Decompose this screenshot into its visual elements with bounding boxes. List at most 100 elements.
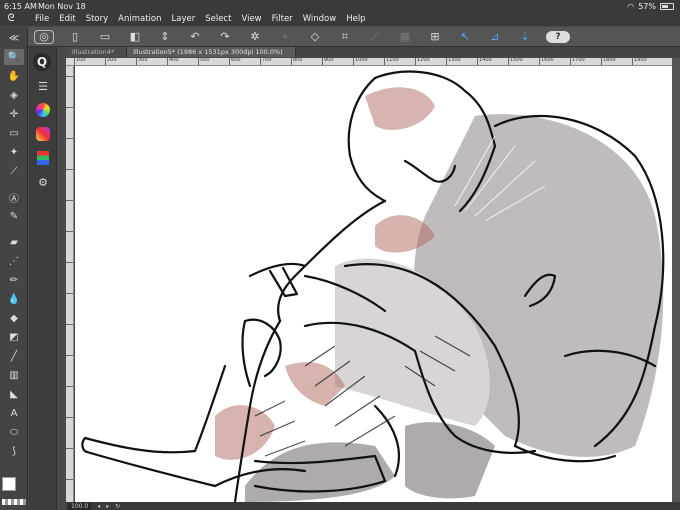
menu-edit[interactable]: Edit <box>54 14 80 24</box>
zoom-in-icon[interactable]: ▸ <box>106 503 109 510</box>
ruler-tick: 600 <box>229 58 241 65</box>
clip-studio-icon[interactable]: ◎ <box>34 29 54 44</box>
vertical-scrollbar[interactable] <box>672 58 680 502</box>
ruler-tick: 1600 <box>539 58 554 65</box>
ruler-tick <box>66 355 73 356</box>
drawing-canvas[interactable] <box>75 66 672 502</box>
grid-snap-icon[interactable]: ▦ <box>396 29 414 45</box>
open-folder-icon[interactable]: ▭ <box>96 29 114 45</box>
transparent-color-swatch[interactable] <box>2 499 26 505</box>
new-file-icon[interactable]: ▯ <box>66 29 84 45</box>
ruler-snap-icon[interactable]: ⟋ <box>366 29 384 45</box>
ruler-tick: 100 <box>74 58 86 65</box>
color-set-icon[interactable] <box>33 149 53 167</box>
save-icon[interactable]: ◧ <box>126 29 144 45</box>
ruler-tool-icon[interactable]: ◣ <box>4 386 24 402</box>
ruler-tick <box>66 200 73 201</box>
pen-tool-icon[interactable]: Ⓐ <box>4 189 24 205</box>
ruler-tick <box>66 417 73 418</box>
menu-select[interactable]: Select <box>200 14 236 24</box>
ruler-top: 100 200 300 400 500 600 700 800 900 1000 1100 1200 1… <box>66 58 672 66</box>
app-logo-icon[interactable]: ᘓ <box>4 13 18 25</box>
undo-icon[interactable]: ↶ <box>186 29 204 45</box>
eraser-tool-icon[interactable]: ▰ <box>4 234 24 250</box>
fill-tool-icon[interactable]: ◆ <box>4 310 24 326</box>
ruler-tick: 500 <box>198 58 210 65</box>
frame-tool-icon[interactable]: ▥ <box>4 367 24 383</box>
selection-area-icon[interactable]: ⊞ <box>426 29 444 45</box>
status-time: 6:15 AM <box>4 2 37 11</box>
gradient-tool-icon[interactable]: ◩ <box>4 329 24 345</box>
menu-layer[interactable]: Layer <box>167 14 201 24</box>
eyedropper-icon[interactable]: ⟋ <box>4 163 24 179</box>
status-date: Mon Nov 18 <box>38 2 86 11</box>
menu-story[interactable]: Story <box>81 14 113 24</box>
snap-ruler-icon[interactable]: ↖ <box>456 29 474 45</box>
redo-icon[interactable]: ↷ <box>216 29 234 45</box>
tool-panel: ≪ 🔍 ✋ ◈ ✛ ▭ ✦ ⟋ Ⓐ ✎ ▰ ⋰ ✏ 💧 ◆ ◩ ╱ ▥ ◣ A … <box>0 27 28 510</box>
material-icon[interactable]: ⚙ <box>33 173 53 191</box>
ruler-tick <box>66 107 73 108</box>
zoom-tool-icon[interactable]: 🔍 <box>4 49 24 65</box>
pencil-tool-icon[interactable]: ✏ <box>4 272 24 288</box>
move-layer-icon[interactable]: ✛ <box>4 106 24 122</box>
hand-tool-icon[interactable]: ✋ <box>4 68 24 84</box>
collapse-icon[interactable]: ≪ <box>4 30 24 46</box>
ruler-tick: 1700 <box>570 58 585 65</box>
snap-special-ruler-icon[interactable]: ⊿ <box>486 29 504 45</box>
menu-bar: 6:15 AM Mon Nov 18 ◠ 57% ᘓ File Edit Sto… <box>0 0 680 26</box>
ruler-tick: 800 <box>291 58 303 65</box>
selection-tool-icon[interactable]: ▭ <box>4 125 24 141</box>
ruler-tick: 1100 <box>384 58 399 65</box>
correct-line-icon[interactable]: ⟆ <box>4 443 24 459</box>
rotate-icon[interactable]: ↻ <box>115 503 120 510</box>
blend-tool-icon[interactable]: 💧 <box>4 291 24 307</box>
ruler-tick <box>66 138 73 139</box>
menu-filter[interactable]: Filter <box>267 14 298 24</box>
wifi-icon: ◠ <box>627 2 635 11</box>
ruler-tick <box>66 262 73 263</box>
ruler-tick <box>66 231 73 232</box>
sparkle-icon[interactable]: ✲ <box>246 29 264 45</box>
tab-illustration4[interactable]: Illustration4* <box>66 47 128 57</box>
figure-tool-icon[interactable]: ╱ <box>4 348 24 364</box>
brush-tool-icon[interactable]: ✎ <box>4 208 24 224</box>
ruler-tick <box>66 386 73 387</box>
color-selector[interactable] <box>2 477 26 505</box>
crop-icon[interactable]: ⌗ <box>336 29 354 45</box>
balloon-tool-icon[interactable]: ⬭ <box>4 424 24 440</box>
menu-window[interactable]: Window <box>298 14 342 24</box>
menu-help[interactable]: Help <box>341 14 370 24</box>
status-indicators: ◠ 57% <box>627 2 674 11</box>
ruler-tick: 1200 <box>415 58 430 65</box>
ruler-tick: 700 <box>260 58 272 65</box>
zoom-value[interactable]: 100.0 <box>68 502 92 510</box>
airbrush-tool-icon[interactable]: ⋰ <box>4 253 24 269</box>
menu-file[interactable]: File <box>30 14 54 24</box>
zoom-out-icon[interactable]: ◂ <box>97 503 100 510</box>
battery-percent: 57% <box>638 2 656 11</box>
search-icon[interactable]: Q <box>33 53 51 71</box>
ruler-tick <box>66 448 73 449</box>
auto-select-icon[interactable]: ✦ <box>4 144 24 160</box>
ruler-left <box>66 66 74 502</box>
ruler-tick: 1400 <box>477 58 492 65</box>
menu-animation[interactable]: Animation <box>113 14 166 24</box>
help-icon[interactable]: ? <box>546 30 570 43</box>
layer-stack-icon[interactable]: ☰ <box>33 77 53 95</box>
transform-icon[interactable]: ⌖ <box>276 29 294 45</box>
stepper-icon[interactable]: ⇕ <box>156 29 174 45</box>
main-color-swatch[interactable] <box>2 477 16 491</box>
ruler-tick <box>66 479 73 480</box>
ruler-tick: 1800 <box>601 58 616 65</box>
menu-view[interactable]: View <box>236 14 266 24</box>
ruler-tick: 1900 <box>632 58 647 65</box>
color-palette-icon[interactable] <box>33 125 53 143</box>
snap-grid-icon[interactable]: ⇣ <box>516 29 534 45</box>
text-tool-icon[interactable]: A <box>4 405 24 421</box>
tab-illustration5[interactable]: Illustration5* (1986 x 1531px 300dpi 100… <box>127 47 296 57</box>
color-wheel-icon[interactable] <box>33 101 53 119</box>
eraser-icon[interactable]: ◇ <box>306 29 324 45</box>
operation-tool-icon[interactable]: ◈ <box>4 87 24 103</box>
ruler-tick: 900 <box>322 58 334 65</box>
